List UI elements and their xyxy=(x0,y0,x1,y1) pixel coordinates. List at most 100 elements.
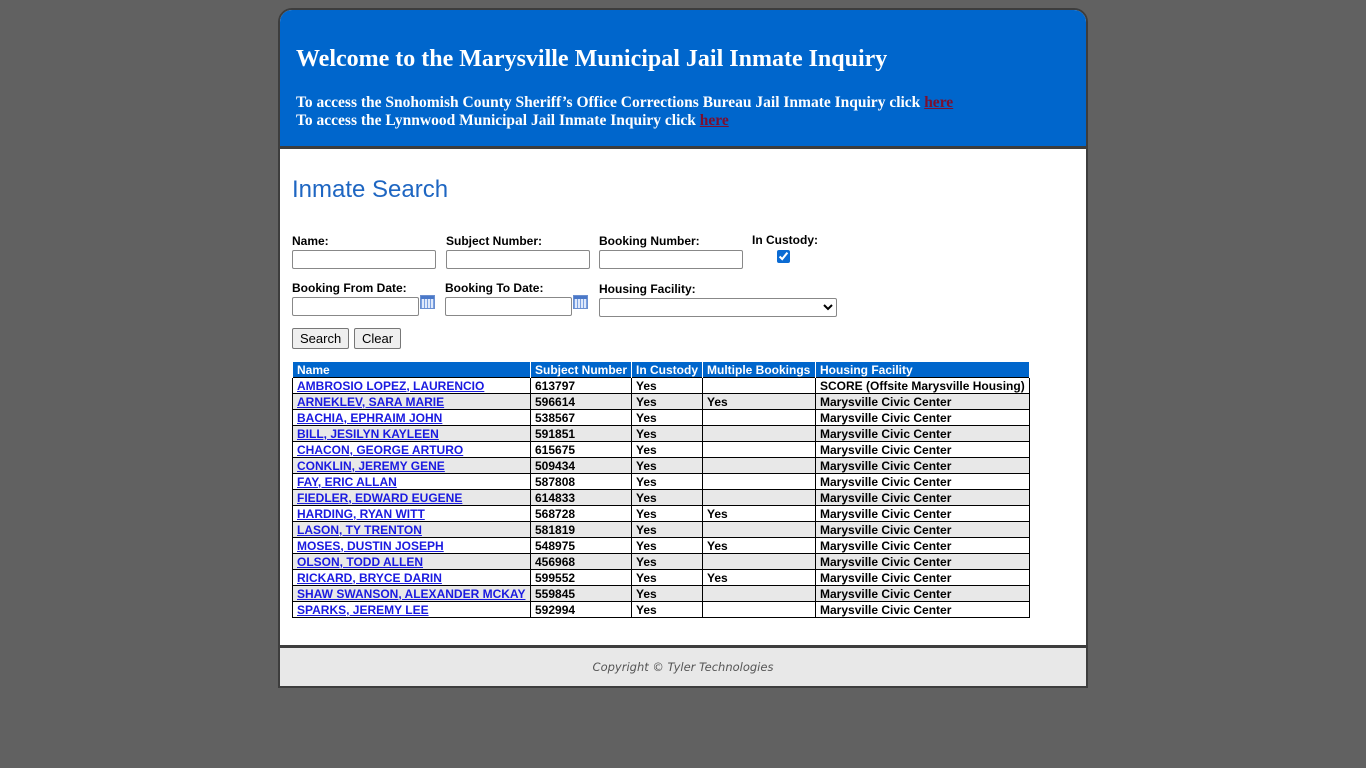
cell-name: CHACON, GEORGE ARTURO xyxy=(292,441,531,458)
cell-name: AMBROSIO LOPEZ, LAURENCIO xyxy=(292,377,531,394)
table-row: OLSON, TODD ALLEN 456968 Yes Marysville Civ… xyxy=(292,553,1030,570)
cell-facility: Marysville Civic Center xyxy=(815,457,1030,474)
inmate-name-link[interactable]: AMBROSIO LOPEZ, LAURENCIO xyxy=(297,379,484,393)
to-date-group: Booking To Date: xyxy=(445,281,588,316)
cell-name: RICKARD, BRYCE DARIN xyxy=(292,569,531,586)
cell-multiple xyxy=(702,425,816,442)
booking-to-date-input[interactable] xyxy=(445,297,572,316)
column-header-name[interactable]: Name xyxy=(292,361,531,378)
inmate-name-link[interactable]: CHACON, GEORGE ARTURO xyxy=(297,443,463,457)
results-body: AMBROSIO LOPEZ, LAURENCIO 613797 Yes SCORE … xyxy=(292,377,1030,618)
booking-from-date-input[interactable] xyxy=(292,297,419,316)
inmate-name-link[interactable]: BACHIA, EPHRAIM JOHN xyxy=(297,411,442,425)
lynnwood-link-text: To access the Lynnwood Municipal Jail In… xyxy=(296,112,700,129)
cell-subject: 548975 xyxy=(530,537,632,554)
inmate-name-link[interactable]: SPARKS, JEREMY LEE xyxy=(297,603,429,617)
cell-facility: Marysville Civic Center xyxy=(815,585,1030,602)
search-button[interactable]: Search xyxy=(292,328,350,349)
cell-multiple xyxy=(702,489,816,506)
table-row: HARDING, RYAN WITT 568728 Yes Yes Marysville… xyxy=(292,505,1030,522)
cell-facility: Marysville Civic Center xyxy=(815,489,1030,506)
cell-custody: Yes xyxy=(631,585,703,602)
inmate-name-link[interactable]: FAY, ERIC ALLAN xyxy=(297,475,397,489)
cell-custody: Yes xyxy=(631,505,703,522)
cell-multiple xyxy=(702,553,816,570)
cell-custody: Yes xyxy=(631,537,703,554)
table-row: SHAW SWANSON, ALEXANDER MCKAY 559845 Yes Ma… xyxy=(292,585,1030,602)
sheriff-link-line: To access the Snohomish County Sheriff’s… xyxy=(296,94,953,112)
sheriff-link-text: To access the Snohomish County Sheriff’s… xyxy=(296,94,925,111)
in-custody-label: In Custody: xyxy=(752,233,818,247)
cell-multiple xyxy=(702,377,816,394)
table-row: BACHIA, EPHRAIM JOHN 538567 Yes Marysville … xyxy=(292,409,1030,426)
cell-name: FIEDLER, EDWARD EUGENE xyxy=(292,489,531,506)
cell-custody: Yes xyxy=(631,553,703,570)
search-title: Inmate Search xyxy=(292,176,449,203)
table-row: FIEDLER, EDWARD EUGENE 614833 Yes Marysvill… xyxy=(292,489,1030,506)
cell-name: LASON, TY TRENTON xyxy=(292,521,531,538)
inmate-name-link[interactable]: OLSON, TODD ALLEN xyxy=(297,555,423,569)
cell-subject: 538567 xyxy=(530,409,632,426)
inmate-name-link[interactable]: LASON, TY TRENTON xyxy=(297,523,422,537)
cell-subject: 613797 xyxy=(530,377,632,394)
cell-name: BILL, JESILYN KAYLEEN xyxy=(292,425,531,442)
lynnwood-inquiry-link[interactable]: here xyxy=(700,112,729,129)
page-title: Welcome to the Marysville Municipal Jail… xyxy=(296,46,888,72)
inmate-name-link[interactable]: SHAW SWANSON, ALEXANDER MCKAY xyxy=(297,587,525,601)
table-row: ARNEKLEV, SARA MARIE 596614 Yes Yes Marysvil… xyxy=(292,393,1030,410)
booking-field-group: Booking Number: xyxy=(599,234,743,269)
table-row: BILL, JESILYN KAYLEEN 591851 Yes Marysville… xyxy=(292,425,1030,442)
inmate-name-link[interactable]: HARDING, RYAN WITT xyxy=(297,507,425,521)
calendar-icon[interactable] xyxy=(573,295,588,309)
cell-name: CONKLIN, JEREMY GENE xyxy=(292,457,531,474)
cell-multiple: Yes xyxy=(702,537,816,554)
cell-subject: 559845 xyxy=(530,585,632,602)
clear-button[interactable]: Clear xyxy=(354,328,402,349)
inmate-name-link[interactable]: BILL, JESILYN KAYLEEN xyxy=(297,427,439,441)
housing-facility-select[interactable] xyxy=(599,298,837,317)
from-date-group: Booking From Date: xyxy=(292,281,435,316)
booking-number-input[interactable] xyxy=(599,250,743,269)
calendar-icon[interactable] xyxy=(420,295,435,309)
cell-facility: Marysville Civic Center xyxy=(815,569,1030,586)
cell-custody: Yes xyxy=(631,409,703,426)
cell-facility: Marysville Civic Center xyxy=(815,505,1030,522)
column-header-housing-facility[interactable]: Housing Facility xyxy=(815,361,1030,378)
table-row: MOSES, DUSTIN JOSEPH 548975 Yes Yes Marysvil… xyxy=(292,537,1030,554)
column-header-multiple-bookings[interactable]: Multiple Bookings xyxy=(702,361,816,378)
sheriff-inquiry-link[interactable]: here xyxy=(924,94,953,111)
table-row: FAY, ERIC ALLAN 587808 Yes Marysville Civic… xyxy=(292,473,1030,490)
cell-subject: 592994 xyxy=(530,601,632,618)
cell-subject: 568728 xyxy=(530,505,632,522)
cell-multiple xyxy=(702,457,816,474)
column-header-in-custody[interactable]: In Custody xyxy=(631,361,703,378)
table-row: AMBROSIO LOPEZ, LAURENCIO 613797 Yes SCORE … xyxy=(292,377,1030,394)
inmate-name-link[interactable]: CONKLIN, JEREMY GENE xyxy=(297,459,445,473)
cell-custody: Yes xyxy=(631,473,703,490)
cell-facility: Marysville Civic Center xyxy=(815,601,1030,618)
name-input[interactable] xyxy=(292,250,436,269)
cell-multiple xyxy=(702,585,816,602)
cell-custody: Yes xyxy=(631,521,703,538)
cell-subject: 615675 xyxy=(530,441,632,458)
cell-subject: 591851 xyxy=(530,425,632,442)
cell-name: OLSON, TODD ALLEN xyxy=(292,553,531,570)
cell-subject: 614833 xyxy=(530,489,632,506)
column-header-subject-number[interactable]: Subject Number xyxy=(530,361,632,378)
inmate-name-link[interactable]: ARNEKLEV, SARA MARIE xyxy=(297,395,444,409)
cell-multiple: Yes xyxy=(702,393,816,410)
inmate-name-link[interactable]: FIEDLER, EDWARD EUGENE xyxy=(297,491,462,505)
cell-facility: Marysville Civic Center xyxy=(815,537,1030,554)
inmate-name-link[interactable]: RICKARD, BRYCE DARIN xyxy=(297,571,442,585)
cell-facility: SCORE (Offsite Marysville Housing) xyxy=(815,377,1030,394)
copyright-text: Copyright © Tyler Technologies xyxy=(592,660,774,674)
cell-facility: Marysville Civic Center xyxy=(815,409,1030,426)
in-custody-checkbox[interactable] xyxy=(777,250,790,263)
cell-custody: Yes xyxy=(631,425,703,442)
inmate-name-link[interactable]: MOSES, DUSTIN JOSEPH xyxy=(297,539,444,553)
cell-name: MOSES, DUSTIN JOSEPH xyxy=(292,537,531,554)
cell-custody: Yes xyxy=(631,601,703,618)
booking-to-date-label: Booking To Date: xyxy=(445,281,544,295)
subject-number-input[interactable] xyxy=(446,250,590,269)
name-label: Name: xyxy=(292,234,329,248)
